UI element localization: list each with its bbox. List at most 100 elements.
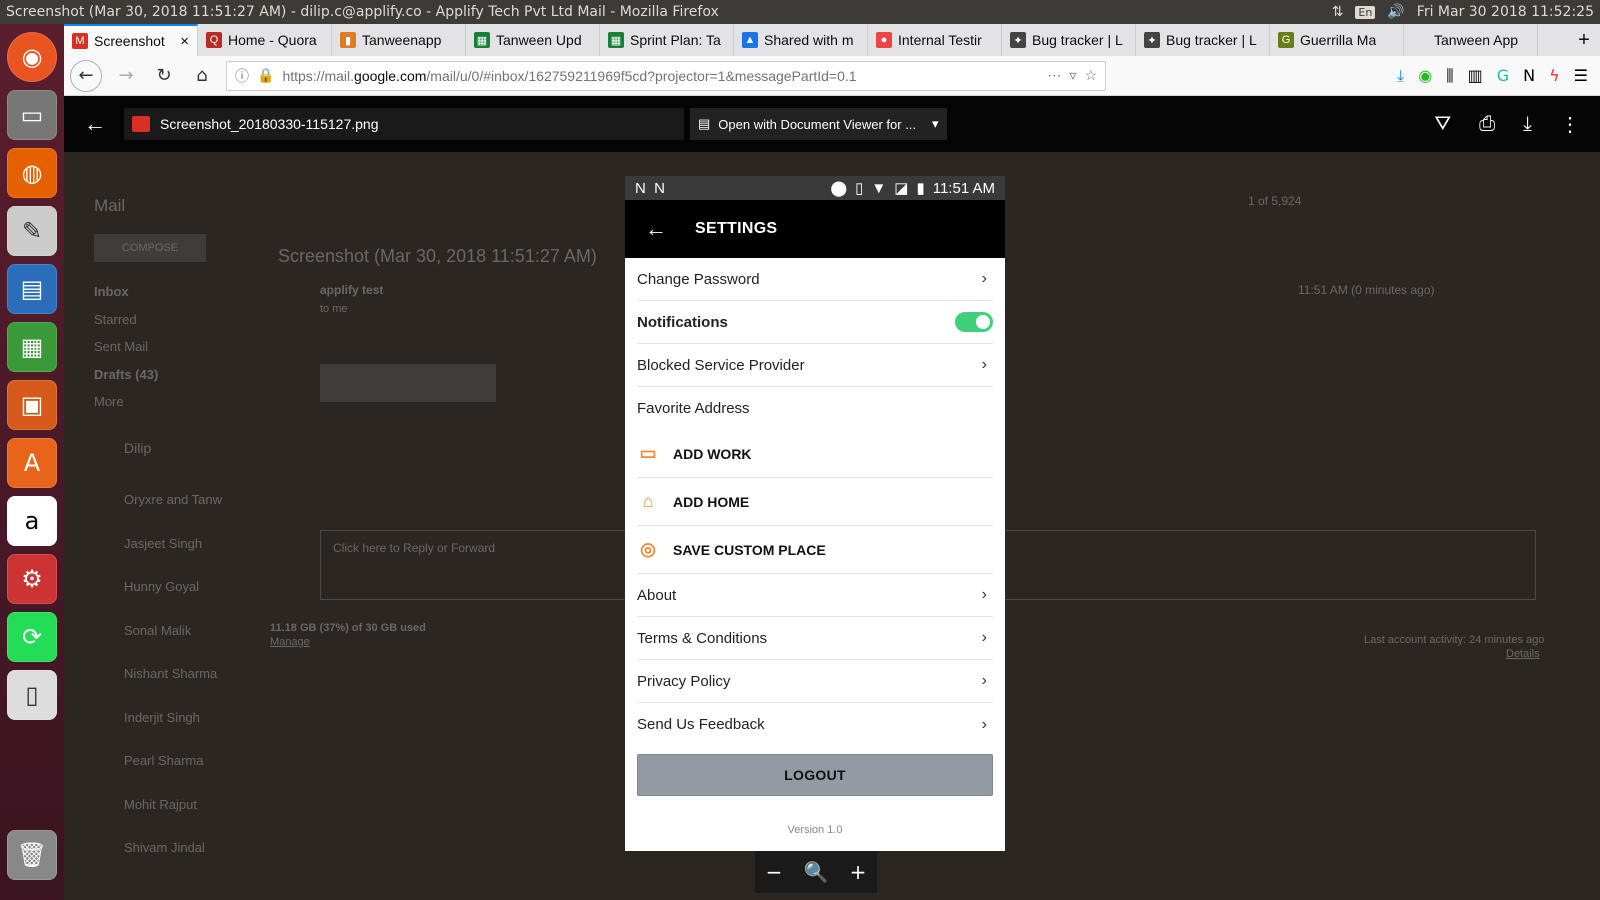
nav-more[interactable]: More: [94, 388, 158, 416]
url-bar[interactable]: ⓘ 🔒 https://mail.google.com/mail/u/0/#in…: [226, 60, 1106, 91]
nav-sent[interactable]: Sent Mail: [94, 333, 158, 361]
clock[interactable]: Fri Mar 30 2018 11:52:25: [1417, 4, 1594, 20]
add-work-row[interactable]: ▭ ADD WORK: [637, 430, 993, 478]
amazon-icon[interactable]: a: [7, 496, 57, 546]
change-password-row[interactable]: Change Password ›: [637, 258, 993, 301]
more-options-icon[interactable]: ⋮: [1560, 112, 1580, 137]
close-tab-icon[interactable]: ×: [180, 33, 189, 50]
nav-drafts[interactable]: Drafts (43): [94, 361, 158, 389]
tab-10[interactable]: Tanween App: [1404, 24, 1538, 56]
tab-favicon-icon: ▮: [340, 32, 356, 48]
contact-item[interactable]: Inderjit Singh: [124, 696, 222, 740]
software-center-icon[interactable]: A: [7, 438, 57, 488]
home-button[interactable]: ⌂: [188, 62, 216, 90]
chevron-right-icon: ›: [981, 715, 987, 733]
tab-favicon-icon: M: [72, 33, 88, 49]
extension-n-icon[interactable]: N: [1523, 66, 1535, 86]
media-player-icon[interactable]: ▯: [7, 670, 57, 720]
contact-item[interactable]: Nishant Sharma: [124, 652, 222, 696]
url-text[interactable]: https://mail.google.com/mail/u/0/#inbox/…: [282, 68, 1039, 84]
add-home-row[interactable]: ⌂ ADD HOME: [637, 478, 993, 526]
zoom-in-icon[interactable]: +: [850, 860, 867, 884]
nav-starred[interactable]: Starred: [94, 306, 158, 334]
tab-1[interactable]: Q Home - Quora: [198, 24, 332, 56]
download-icon[interactable]: ⤓: [1523, 113, 1532, 136]
impress-icon[interactable]: ▣: [7, 380, 57, 430]
add-to-drive-icon[interactable]: ⛛: [1434, 113, 1451, 136]
downloads-icon[interactable]: ⤓: [1397, 66, 1404, 86]
contact-item[interactable]: Mohit Rajput: [124, 783, 222, 827]
firefox-window: M Screenshot × Q Home - Quora ▮ Tanweenapp ▦ Tan…: [64, 24, 1600, 900]
about-row[interactable]: About ›: [637, 574, 993, 617]
tab-favicon-icon: ▲: [742, 32, 758, 48]
reload-button[interactable]: ↻: [150, 62, 178, 90]
contact-item[interactable]: Sonal Malik: [124, 609, 222, 653]
sidebar-icon[interactable]: ▥: [1468, 66, 1483, 86]
back-arrow-icon[interactable]: ←: [645, 216, 667, 242]
notifications-toggle[interactable]: [955, 312, 993, 332]
keyboard-language[interactable]: En: [1355, 5, 1376, 19]
files-icon[interactable]: ▭: [7, 90, 57, 140]
volume-icon[interactable]: 🔊: [1387, 4, 1404, 20]
open-with-button[interactable]: ▤ Open with Document Viewer for ... ▾: [690, 108, 947, 140]
email-time: 11:51 AM (0 minutes ago): [1298, 283, 1435, 297]
save-custom-place-row[interactable]: ◎ SAVE CUSTOM PLACE: [637, 526, 993, 574]
phone-screenshot: N N ⬤ ▯ ▼ ◪ ▮ 11:51 AM ← SETTINGS Change…: [625, 176, 1005, 851]
contact-item[interactable]: Jasjeet Singh: [124, 522, 222, 566]
tab-4[interactable]: ▦ Sprint Plan: Ta: [600, 24, 734, 56]
writer-icon[interactable]: ▤: [7, 264, 57, 314]
tab-favicon-icon: ✦: [1010, 32, 1026, 48]
network-icon[interactable]: ⇅: [1332, 4, 1344, 20]
contact-item[interactable]: Shivam Jindal: [124, 826, 222, 870]
library-icon[interactable]: ⫼: [1446, 66, 1453, 86]
contact-item[interactable]: Hunny Goyal: [124, 565, 222, 609]
hangouts-user[interactable]: Dilip: [124, 440, 151, 456]
new-tab-button[interactable]: +: [1568, 24, 1600, 56]
grammarly-icon[interactable]: G: [1497, 66, 1509, 86]
manage-link[interactable]: Manage: [270, 636, 310, 648]
tab-3[interactable]: ▦ Tanween Upd: [466, 24, 600, 56]
tab-6[interactable]: ● Internal Testir: [868, 24, 1002, 56]
updater-icon[interactable]: ⟳: [7, 612, 57, 662]
tab-2[interactable]: ▮ Tanweenapp: [332, 24, 466, 56]
tab-8[interactable]: ✦ Bug tracker | L: [1136, 24, 1270, 56]
zoom-out-icon[interactable]: −: [766, 860, 783, 884]
tab-0[interactable]: M Screenshot ×: [64, 24, 198, 56]
details-link[interactable]: Details: [1506, 648, 1540, 660]
extension-red-icon[interactable]: ϟ: [1549, 66, 1560, 86]
system-settings-icon[interactable]: ⚙: [7, 554, 57, 604]
zoom-reset-icon[interactable]: 🔍: [804, 860, 829, 884]
calc-icon[interactable]: ▦: [7, 322, 57, 372]
nav-inbox[interactable]: Inbox: [94, 278, 158, 306]
blocked-provider-row[interactable]: Blocked Service Provider ›: [637, 344, 993, 387]
compose-button[interactable]: COMPOSE: [94, 234, 206, 262]
contact-item[interactable]: Pearl Sharma: [124, 739, 222, 783]
logout-button[interactable]: LOGOUT: [637, 754, 993, 796]
chevron-down-icon[interactable]: ▾: [932, 116, 939, 132]
privacy-row[interactable]: Privacy Policy ›: [637, 660, 993, 703]
attachment-thumbnail[interactable]: [320, 364, 496, 402]
pocket-icon[interactable]: ▿: [1069, 67, 1076, 84]
trash-icon[interactable]: 🗑: [7, 830, 57, 880]
ubuntu-dash-icon[interactable]: ◉: [7, 32, 57, 82]
tab-label: Tanweenapp: [362, 32, 442, 48]
tab-9[interactable]: G Guerrilla Ma: [1270, 24, 1404, 56]
terms-row[interactable]: Terms & Conditions ›: [637, 617, 993, 660]
forward-button[interactable]: →: [112, 62, 140, 90]
bookmark-star-icon[interactable]: ☆: [1084, 67, 1097, 84]
extension-green-icon[interactable]: ◉: [1418, 66, 1432, 86]
tab-5[interactable]: ▲ Shared with m: [734, 24, 868, 56]
back-button[interactable]: ←: [70, 59, 102, 92]
print-icon[interactable]: ⎙: [1479, 113, 1495, 136]
feedback-row[interactable]: Send Us Feedback ›: [637, 703, 993, 746]
contact-item[interactable]: Oryxre and Tanw: [124, 478, 222, 522]
tab-label: Internal Testir: [898, 32, 982, 48]
page-actions-icon[interactable]: ⋯: [1047, 67, 1061, 84]
battery-icon: ▮: [916, 180, 925, 197]
info-icon[interactable]: ⓘ: [235, 66, 249, 86]
text-editor-icon[interactable]: ✎: [7, 206, 57, 256]
firefox-icon[interactable]: ◍: [7, 148, 57, 198]
menu-icon[interactable]: ☰: [1574, 66, 1588, 86]
tab-7[interactable]: ✦ Bug tracker | L: [1002, 24, 1136, 56]
close-viewer-back-icon[interactable]: ←: [84, 111, 106, 137]
